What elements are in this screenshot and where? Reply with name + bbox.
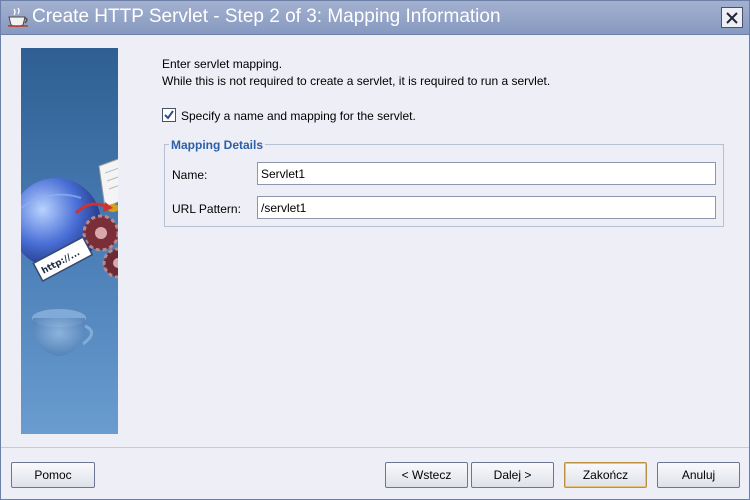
cancel-button[interactable]: Anuluj: [657, 462, 740, 488]
wizard-banner: http://...: [21, 48, 118, 434]
intro-text-line2: While this is not required to create a s…: [162, 74, 551, 88]
specify-mapping-checkbox[interactable]: [162, 108, 176, 122]
close-button[interactable]: [721, 7, 743, 28]
close-icon: [726, 11, 738, 24]
help-button[interactable]: Pomoc: [11, 462, 95, 488]
wizard-dialog: Create HTTP Servlet - Step 2 of 3: Mappi…: [0, 0, 750, 500]
servlet-wizard-graphic: http://...: [21, 158, 118, 356]
button-bar-separator: [1, 447, 749, 448]
next-button[interactable]: Dalej >: [471, 462, 554, 488]
window-title: Create HTTP Servlet - Step 2 of 3: Mappi…: [32, 6, 501, 27]
specify-mapping-label[interactable]: Specify a name and mapping for the servl…: [181, 109, 416, 123]
name-field[interactable]: Servlet1: [257, 162, 716, 185]
url-pattern-label: URL Pattern:: [172, 202, 241, 216]
checkmark-icon: [164, 110, 174, 120]
back-button[interactable]: < Wstecz: [385, 462, 468, 488]
finish-button[interactable]: Zakończ: [564, 462, 647, 488]
mapping-details-title: Mapping Details: [169, 138, 266, 152]
url-pattern-field[interactable]: /servlet1: [257, 196, 716, 219]
intro-text-line1: Enter servlet mapping.: [162, 57, 283, 71]
title-bar[interactable]: Create HTTP Servlet - Step 2 of 3: Mappi…: [1, 1, 749, 35]
coffee-cup-icon: [8, 7, 28, 27]
name-label: Name:: [172, 168, 208, 182]
